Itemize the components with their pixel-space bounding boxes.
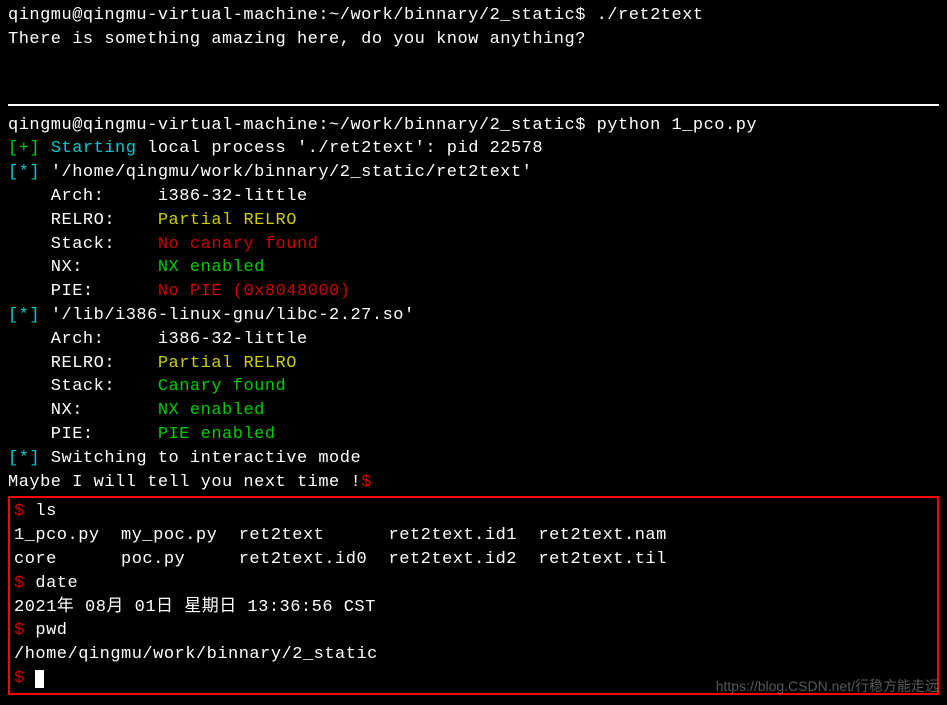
interactive-prompt: $ <box>14 502 35 521</box>
relro-label: RELRO: <box>8 354 158 373</box>
section-divider <box>8 104 939 106</box>
date-output: 2021年 08月 01日 星期日 13:36:56 CST <box>14 596 933 620</box>
switching-text: Switching to interactive mode <box>51 449 361 468</box>
relro-label: RELRO: <box>8 211 158 230</box>
status-rest: local process './ret2text': pid 22578 <box>136 139 543 158</box>
ls-output: core poc.py ret2text.id0 ret2text.id2 re… <box>14 548 933 572</box>
command-text: python 1_pco.py <box>597 116 758 135</box>
checksec-row: PIE: No PIE (0x8048000) <box>8 280 939 304</box>
checksec-row: Stack: Canary found <box>8 375 939 399</box>
shell-prompt: qingmu@qingmu-virtual-machine:~/work/bin… <box>8 116 597 135</box>
shell-prompt: qingmu@qingmu-virtual-machine:~/work/bin… <box>8 6 597 25</box>
command-text: date <box>35 574 78 593</box>
interactive-prompt: $ <box>14 669 35 688</box>
shell-line[interactable]: $ pwd <box>14 619 933 643</box>
interactive-prompt: $ <box>361 473 372 492</box>
command-text: ls <box>35 502 56 521</box>
command-text: ./ret2text <box>597 6 704 25</box>
marker-info: [*] <box>8 306 51 325</box>
binary-path: '/home/qingmu/work/binnary/2_static/ret2… <box>51 163 533 182</box>
stack-value: No canary found <box>158 235 319 254</box>
output-line: There is something amazing here, do you … <box>8 28 939 52</box>
pwntools-line: [*] '/home/qingmu/work/binnary/2_static/… <box>8 161 939 185</box>
arch-label: Arch: <box>8 187 158 206</box>
nx-value: NX enabled <box>158 258 265 277</box>
checksec-row: Arch: i386-32-little <box>8 328 939 352</box>
terminal-line: qingmu@qingmu-virtual-machine:~/work/bin… <box>8 4 939 28</box>
libc-path: '/lib/i386-linux-gnu/libc-2.27.so' <box>51 306 415 325</box>
pie-label: PIE: <box>8 282 158 301</box>
interactive-prompt: $ <box>14 621 35 640</box>
nx-label: NX: <box>8 401 158 420</box>
watermark-text: https://blog.CSDN.net/行稳方能走远 <box>716 677 939 697</box>
marker-plus: [+] <box>8 139 51 158</box>
pie-value: PIE enabled <box>158 425 276 444</box>
checksec-row: PIE: PIE enabled <box>8 423 939 447</box>
status-starting: Starting <box>51 139 137 158</box>
checksec-row: RELRO: Partial RELRO <box>8 352 939 376</box>
command-text: pwd <box>35 621 67 640</box>
interactive-prompt: $ <box>14 574 35 593</box>
pwntools-line: [*] Switching to interactive mode <box>8 447 939 471</box>
arch-value: i386-32-little <box>158 187 308 206</box>
checksec-row: Stack: No canary found <box>8 233 939 257</box>
stack-label: Stack: <box>8 235 158 254</box>
checksec-row: Arch: i386-32-little <box>8 185 939 209</box>
terminal-line: qingmu@qingmu-virtual-machine:~/work/bin… <box>8 114 939 138</box>
ls-output: 1_pco.py my_poc.py ret2text ret2text.id1… <box>14 524 933 548</box>
checksec-row: RELRO: Partial RELRO <box>8 209 939 233</box>
marker-info: [*] <box>8 449 51 468</box>
arch-label: Arch: <box>8 330 158 349</box>
pwntools-line: [+] Starting local process './ret2text':… <box>8 137 939 161</box>
checksec-row: NX: NX enabled <box>8 256 939 280</box>
pwntools-line: [*] '/lib/i386-linux-gnu/libc-2.27.so' <box>8 304 939 328</box>
stack-label: Stack: <box>8 377 158 396</box>
pie-label: PIE: <box>8 425 158 444</box>
interactive-shell-box: $ ls 1_pco.py my_poc.py ret2text ret2tex… <box>8 496 939 694</box>
stack-value: Canary found <box>158 377 286 396</box>
shell-line[interactable]: $ ls <box>14 500 933 524</box>
relro-value: Partial RELRO <box>158 211 297 230</box>
relro-value: Partial RELRO <box>158 354 297 373</box>
marker-info: [*] <box>8 163 51 182</box>
pwd-output: /home/qingmu/work/binnary/2_static <box>14 643 933 667</box>
nx-label: NX: <box>8 258 158 277</box>
nx-value: NX enabled <box>158 401 265 420</box>
arch-value: i386-32-little <box>158 330 308 349</box>
program-output: Maybe I will tell you next time !$ <box>8 471 939 495</box>
pie-value: No PIE (0x8048000) <box>158 282 351 301</box>
shell-line[interactable]: $ date <box>14 572 933 596</box>
cursor-icon <box>35 670 44 688</box>
checksec-row: NX: NX enabled <box>8 399 939 423</box>
